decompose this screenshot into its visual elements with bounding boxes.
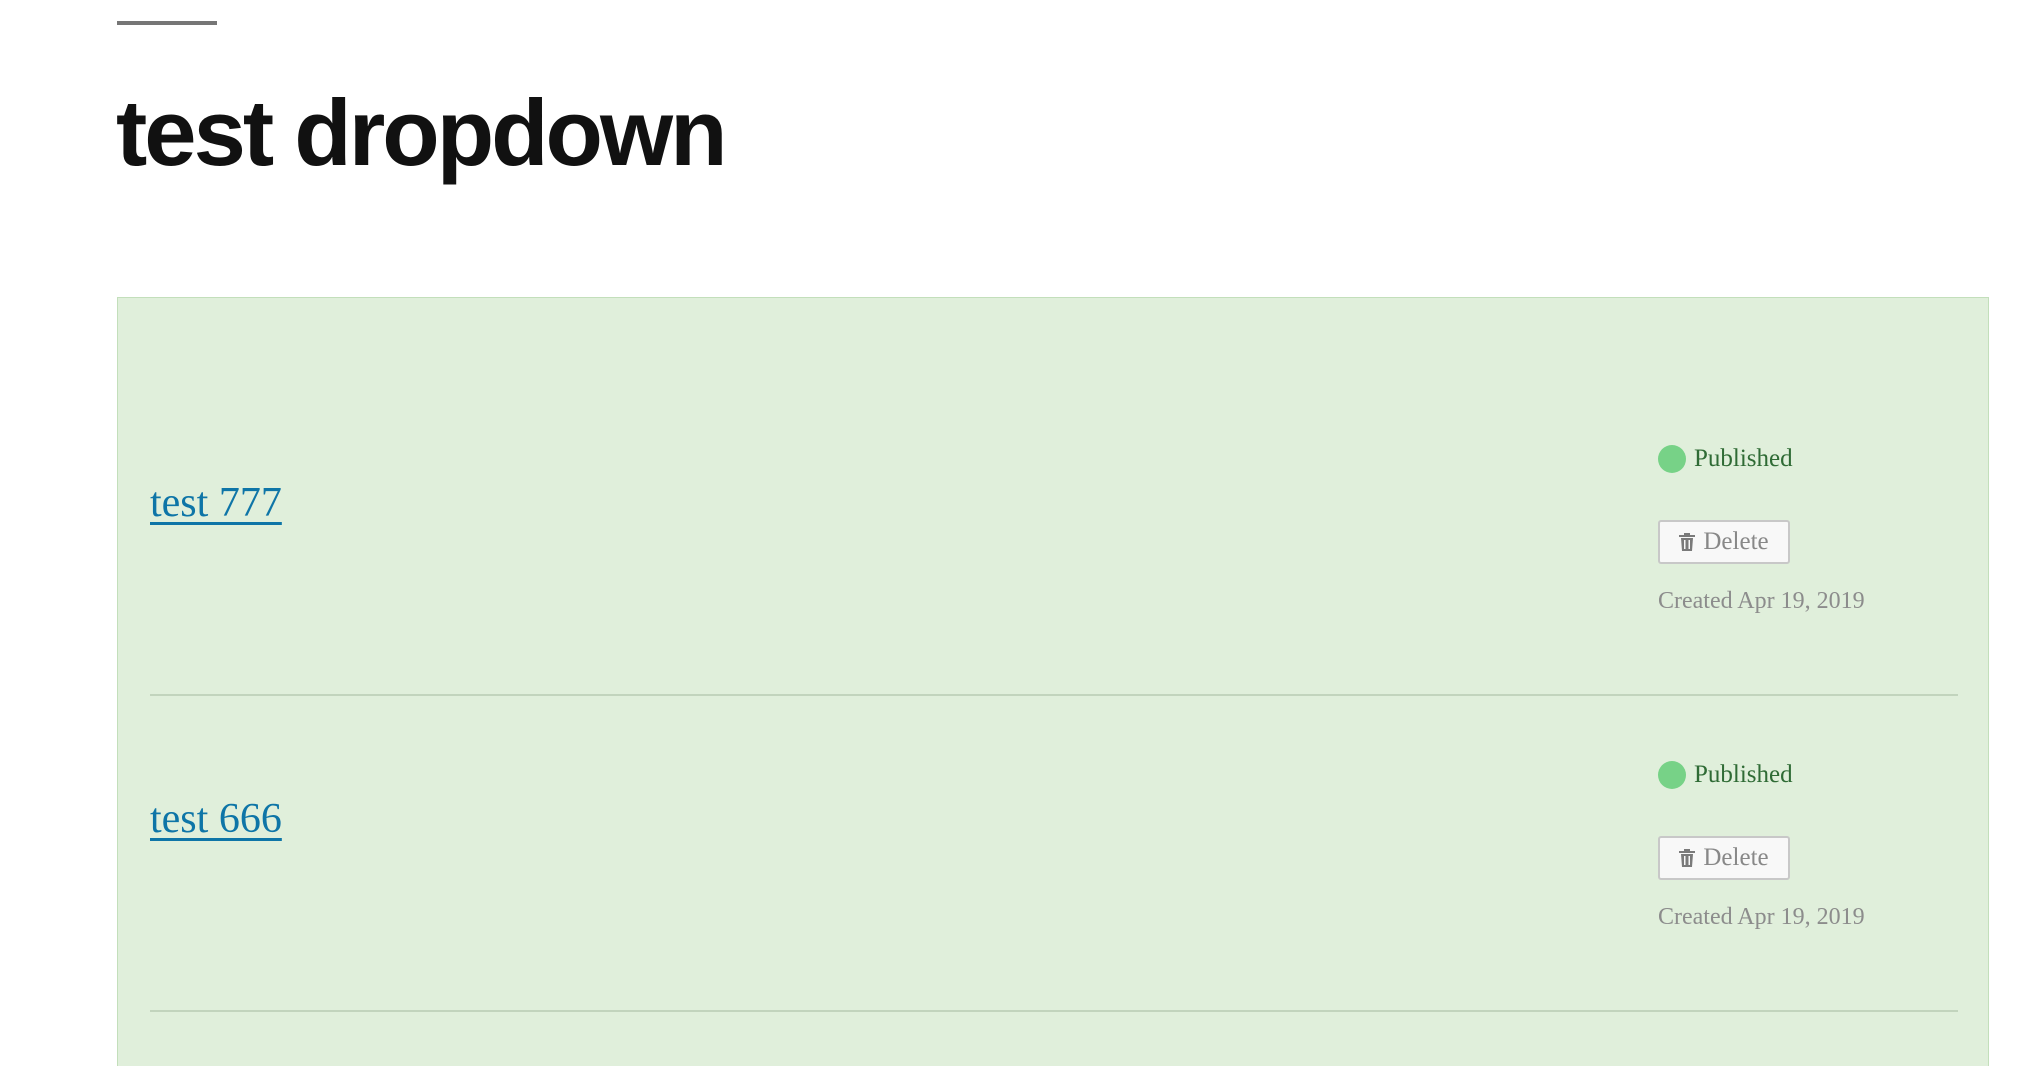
created-date: Created Apr 19, 2019 <box>1658 588 1865 614</box>
delete-label: Delete <box>1703 844 1769 871</box>
status-label: Published <box>1694 761 1793 788</box>
status-badge: Published <box>1658 444 1793 474</box>
status-label: Published <box>1694 445 1793 472</box>
list-item: test 777 Published Delete Created Apr 19… <box>150 298 1958 696</box>
list-item: test 666 Published Delete Created Apr 19… <box>150 696 1958 1012</box>
status-dot-icon <box>1658 761 1686 789</box>
page-title: test dropdown <box>116 80 727 185</box>
trash-icon <box>1679 849 1696 867</box>
status-badge: Published <box>1658 760 1793 790</box>
delete-label: Delete <box>1703 528 1769 555</box>
responses-list: test 777 Published Delete Created Apr 19… <box>117 297 1989 1066</box>
response-title-link[interactable]: test 777 <box>150 478 282 528</box>
status-dot-icon <box>1658 445 1686 473</box>
delete-button[interactable]: Delete <box>1658 520 1790 564</box>
top-divider <box>117 21 217 25</box>
created-date: Created Apr 19, 2019 <box>1658 904 1865 930</box>
response-title-link[interactable]: test 666 <box>150 794 282 844</box>
delete-button[interactable]: Delete <box>1658 836 1790 880</box>
trash-icon <box>1679 533 1696 551</box>
